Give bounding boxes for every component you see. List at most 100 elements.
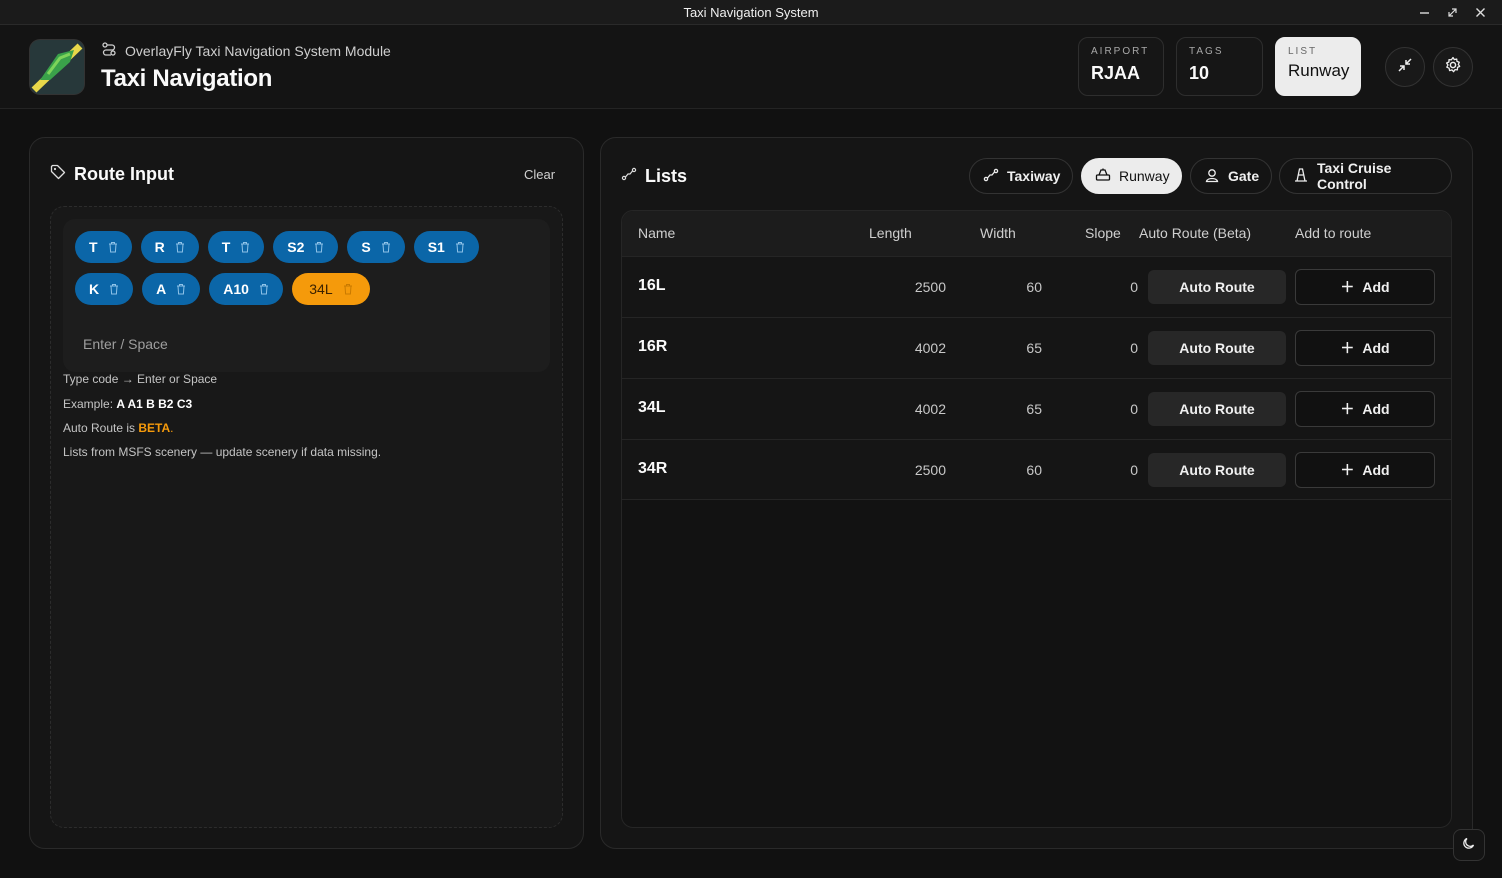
- trash-icon[interactable]: [108, 241, 118, 253]
- col-length: Length: [869, 225, 912, 241]
- table-header: Name Length Width Slope Auto Route (Beta…: [622, 211, 1451, 256]
- runway-width: 60: [1026, 279, 1042, 295]
- close-icon[interactable]: [1468, 2, 1492, 22]
- runway-width: 60: [1026, 462, 1042, 478]
- help-line-type: Type code → Enter or Space: [63, 372, 218, 386]
- stat-tags: TAGS 10: [1176, 37, 1263, 96]
- stat-airport-value: RJAA: [1091, 63, 1141, 83]
- runway-width: 65: [1026, 340, 1042, 356]
- app-header: OverlayFly Taxi Navigation System Module…: [0, 25, 1502, 109]
- plus-icon: ＋: [1340, 340, 1355, 356]
- lists-panel: Lists Taxiway Runway Gate Taxi Cruise Co…: [600, 137, 1473, 849]
- trash-icon[interactable]: [175, 241, 185, 253]
- plus-icon: ＋: [1340, 279, 1355, 295]
- tab-taxiway[interactable]: Taxiway: [969, 158, 1073, 194]
- tab-gate[interactable]: Gate: [1190, 158, 1272, 194]
- add-button[interactable]: ＋ Add: [1295, 391, 1435, 427]
- trash-icon[interactable]: [455, 241, 465, 253]
- route-tag[interactable]: A10: [209, 273, 283, 305]
- app-subtitle: OverlayFly Taxi Navigation System Module: [101, 41, 391, 60]
- route-tag[interactable]: S2: [273, 231, 339, 263]
- app-logo: [30, 40, 84, 94]
- route-tag[interactable]: T: [207, 231, 265, 263]
- route-tag[interactable]: R: [140, 231, 199, 263]
- stat-list: LIST Runway: [1275, 37, 1361, 96]
- trash-icon[interactable]: [240, 241, 250, 253]
- auto-route-button[interactable]: Auto Route: [1148, 270, 1286, 304]
- help-line-beta: Auto Route is BETA.: [63, 421, 174, 435]
- trash-icon[interactable]: [314, 241, 324, 253]
- moon-icon: [1462, 836, 1476, 855]
- add-button[interactable]: ＋ Add: [1295, 330, 1435, 366]
- plus-icon: ＋: [1340, 401, 1355, 417]
- route-icon: [101, 41, 117, 60]
- col-width: Width: [980, 225, 1016, 241]
- gear-icon: [1444, 56, 1462, 79]
- auto-route-button[interactable]: Auto Route: [1148, 331, 1286, 365]
- add-button[interactable]: ＋ Add: [1295, 269, 1435, 305]
- auto-route-button[interactable]: Auto Route: [1148, 453, 1286, 487]
- col-name: Name: [638, 225, 676, 241]
- col-auto-route: Auto Route (Beta): [1139, 225, 1252, 241]
- route-input-title: Route Input: [50, 164, 174, 185]
- taxiway-icon: [621, 166, 637, 187]
- runway-length: 2500: [914, 462, 946, 478]
- stat-list-value: Runway: [1288, 61, 1350, 80]
- stat-tags-label: TAGS: [1189, 46, 1224, 57]
- help-line-scenery: Lists from MSFS scenery — update scenery…: [63, 445, 382, 459]
- stat-airport: AIRPORT RJAA: [1078, 37, 1164, 96]
- runway-length: 4002: [914, 401, 946, 417]
- taxiway-icon: [983, 167, 999, 186]
- add-button[interactable]: ＋ Add: [1295, 452, 1435, 488]
- auto-route-button[interactable]: Auto Route: [1148, 392, 1286, 426]
- route-tag-box[interactable]: T R T S2 S S1 K A A10 34L Enter / Space: [63, 219, 550, 372]
- help-line-example: Example: A A1 B B2 C3: [63, 397, 193, 411]
- tab-runway[interactable]: Runway: [1081, 158, 1182, 194]
- plus-icon: ＋: [1340, 462, 1355, 478]
- table-row: 16L 2500 60 0 Auto Route ＋ Add: [622, 256, 1451, 317]
- route-tag[interactable]: K: [75, 273, 134, 305]
- minimize-icon[interactable]: [1412, 2, 1436, 22]
- stat-tags-value: 10: [1189, 63, 1210, 83]
- route-code-input[interactable]: Enter / Space: [83, 336, 168, 352]
- runway-name: 16R: [638, 338, 668, 355]
- tab-taxi-cruise-control[interactable]: Taxi Cruise Control: [1279, 158, 1452, 194]
- collapse-icon: [1397, 57, 1413, 78]
- runway-length: 2500: [914, 279, 946, 295]
- table-row: 16R 4002 65 0 Auto Route ＋ Add: [622, 317, 1451, 378]
- runway-name: 16L: [638, 277, 666, 294]
- lists-title: Lists: [621, 166, 687, 187]
- runway-length: 4002: [914, 340, 946, 356]
- route-input-panel: Route Input Clear T R T S2 S S1 K A A10 …: [29, 137, 584, 849]
- route-tag[interactable]: T: [75, 231, 132, 263]
- trash-icon[interactable]: [343, 283, 353, 295]
- route-tags: T R T S2 S S1 K A A10 34L: [75, 231, 545, 305]
- trash-icon[interactable]: [109, 283, 119, 295]
- table-row: 34R 2500 60 0 Auto Route ＋ Add: [622, 439, 1451, 500]
- window-title-bar: Taxi Navigation System: [0, 0, 1502, 25]
- route-tag-highlighted[interactable]: 34L: [291, 273, 370, 305]
- runway-slope: 0: [1130, 401, 1138, 417]
- route-tag[interactable]: A: [142, 273, 201, 305]
- tag-icon: [50, 164, 66, 185]
- cone-icon: [1293, 167, 1309, 186]
- maximize-icon[interactable]: [1440, 2, 1464, 22]
- route-tag[interactable]: S1: [413, 231, 479, 263]
- stat-list-label: LIST: [1288, 46, 1318, 57]
- gate-icon: [1204, 167, 1220, 186]
- trash-icon[interactable]: [259, 283, 269, 295]
- trash-icon[interactable]: [176, 283, 186, 295]
- route-tag[interactable]: S: [347, 231, 405, 263]
- collapse-button[interactable]: [1385, 47, 1425, 87]
- trash-icon[interactable]: [381, 241, 391, 253]
- col-slope: Slope: [1085, 225, 1121, 241]
- table-row: 34L 4002 65 0 Auto Route ＋ Add: [622, 378, 1451, 439]
- page-title: Taxi Navigation: [101, 65, 273, 92]
- stat-airport-label: AIRPORT: [1091, 46, 1150, 57]
- settings-button[interactable]: [1433, 47, 1473, 87]
- window-title: Taxi Navigation System: [683, 5, 819, 20]
- theme-toggle-button[interactable]: [1453, 829, 1485, 861]
- runway-table: Name Length Width Slope Auto Route (Beta…: [621, 210, 1452, 828]
- clear-button[interactable]: Clear: [524, 167, 555, 182]
- runway-slope: 0: [1130, 462, 1138, 478]
